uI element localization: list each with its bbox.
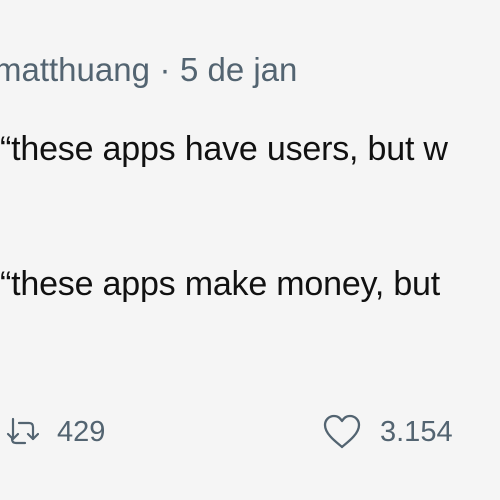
tweet-date[interactable]: 5 de jan <box>180 49 297 91</box>
tweet-meta: matthuang · 5 de jan <box>0 49 297 91</box>
retweet-button[interactable]: 429 <box>5 404 105 460</box>
heart-icon[interactable] <box>322 414 362 450</box>
author-handle[interactable]: matthuang <box>0 49 150 91</box>
retweet-count: 429 <box>57 416 106 448</box>
retweet-icon[interactable] <box>5 415 39 449</box>
meta-separator: · <box>159 51 171 88</box>
tweet-text-line-2: “these apps make money, but <box>0 265 440 303</box>
tweet-card: matthuang · 5 de jan “these apps have us… <box>0 0 500 500</box>
like-button[interactable]: 3.154 <box>322 404 453 460</box>
tweet-actions: 429 3.154 <box>0 404 500 460</box>
like-count: 3.154 <box>380 416 453 448</box>
tweet-text-line-1: “these apps have users, but w <box>0 130 448 168</box>
